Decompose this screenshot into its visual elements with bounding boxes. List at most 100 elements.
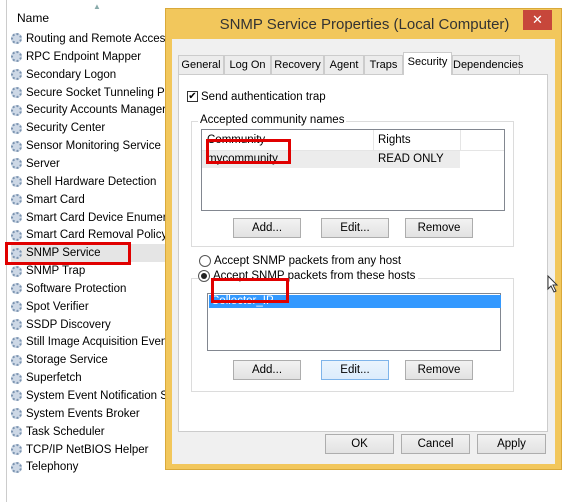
service-row[interactable]: Security Accounts Manager: [11, 101, 171, 119]
close-button[interactable]: ✕: [523, 10, 552, 30]
gear-icon: [11, 176, 22, 188]
gear-icon: [11, 194, 22, 206]
gear-icon: [11, 461, 22, 473]
service-row[interactable]: Secure Socket Tunneling Pr...: [11, 84, 171, 102]
gear-icon: [11, 140, 22, 152]
service-name: Routing and Remote Access: [26, 33, 171, 45]
gear-icon: [11, 87, 22, 99]
service-row[interactable]: Security Center: [11, 119, 171, 137]
column-header-name[interactable]: Name: [17, 11, 49, 25]
service-name: Storage Service: [26, 354, 108, 367]
service-name: Secondary Logon: [26, 68, 117, 81]
community-add-button[interactable]: Add...: [233, 218, 301, 238]
service-row[interactable]: Still Image Acquisition Events: [11, 333, 171, 351]
hosts-edit-button[interactable]: Edit...: [321, 360, 389, 380]
gear-icon: [11, 265, 22, 277]
service-name: SSDP Discovery: [26, 318, 111, 331]
radio-selected-icon: [198, 270, 210, 282]
service-name: Telephony: [26, 461, 79, 474]
apply-button[interactable]: Apply: [477, 434, 546, 454]
sort-ascending-icon: ▲: [93, 2, 101, 11]
community-remove-button[interactable]: Remove: [405, 218, 473, 238]
service-name: System Event Notification S...: [26, 390, 171, 402]
highlight-box-collector: [211, 278, 289, 303]
service-row[interactable]: RPC Endpoint Mapper: [11, 48, 171, 66]
service-row[interactable]: Smart Card: [11, 191, 171, 209]
checkmark-icon: ✔: [187, 91, 198, 103]
service-name: Secure Socket Tunneling Pr...: [26, 86, 171, 99]
service-name: System Events Broker: [26, 407, 140, 420]
close-icon: ✕: [532, 12, 543, 27]
gear-icon: [11, 336, 22, 348]
gear-icon: [11, 444, 22, 456]
community-edit-button[interactable]: Edit...: [321, 218, 389, 238]
service-row[interactable]: Sensor Monitoring Service: [11, 137, 171, 155]
tab-agent[interactable]: Agent: [324, 55, 364, 74]
tab-log-on[interactable]: Log On: [224, 55, 271, 74]
ok-button[interactable]: OK: [325, 434, 394, 454]
gear-icon: [11, 301, 22, 313]
service-row[interactable]: Superfetch: [11, 369, 171, 387]
gear-icon: [11, 426, 22, 438]
service-row[interactable]: Telephony: [11, 458, 171, 476]
gear-icon: [11, 319, 22, 331]
service-row[interactable]: Storage Service: [11, 351, 171, 369]
service-name: Superfetch: [26, 372, 82, 385]
tab-general[interactable]: General: [178, 55, 224, 74]
gear-icon: [11, 158, 22, 170]
service-name: Task Scheduler: [26, 425, 105, 438]
service-name: TCP/IP NetBIOS Helper: [26, 443, 149, 456]
service-name: SNMP Trap: [26, 265, 86, 278]
service-row[interactable]: SSDP Discovery: [11, 316, 171, 334]
service-name: Still Image Acquisition Events: [26, 336, 171, 349]
gear-icon: [11, 372, 22, 384]
service-row[interactable]: Routing and Remote Access: [11, 30, 171, 48]
service-row[interactable]: System Events Broker: [11, 405, 171, 423]
service-row[interactable]: Server: [11, 155, 171, 173]
radio-any-host[interactable]: Accept SNMP packets from any host: [199, 255, 401, 267]
service-name: Security Accounts Manager: [26, 104, 166, 117]
radio-any-host-label: Accept SNMP packets from any host: [214, 255, 402, 268]
service-row[interactable]: Secondary Logon: [11, 66, 171, 84]
tab-recovery[interactable]: Recovery: [271, 55, 324, 74]
gear-icon: [11, 354, 22, 366]
hosts-add-button[interactable]: Add...: [233, 360, 301, 380]
gear-icon: [11, 122, 22, 134]
service-row[interactable]: Smart Card Device Enumera...: [11, 209, 171, 227]
service-name: Smart Card: [26, 193, 85, 206]
community-rights: READ ONLY: [378, 153, 444, 165]
send-auth-trap-checkbox[interactable]: ✔ Send authentication trap: [187, 91, 326, 103]
service-row[interactable]: TCP/IP NetBIOS Helper: [11, 441, 171, 459]
service-row[interactable]: Task Scheduler: [11, 423, 171, 441]
service-row[interactable]: Shell Hardware Detection: [11, 173, 171, 191]
gear-icon: [11, 211, 22, 223]
cancel-button[interactable]: Cancel: [401, 434, 470, 454]
gear-icon: [11, 69, 22, 81]
community-group-label: Accepted community names: [198, 114, 347, 126]
service-row[interactable]: Software Protection: [11, 280, 171, 298]
service-name: Shell Hardware Detection: [26, 175, 157, 188]
tab-dependencies[interactable]: Dependencies: [452, 55, 523, 74]
mouse-cursor-icon: [547, 275, 559, 293]
service-name: Smart Card Removal Policy: [26, 229, 168, 242]
gear-icon: [11, 390, 22, 402]
service-name: Server: [26, 157, 60, 170]
tab-security[interactable]: Security: [403, 52, 452, 75]
gear-icon: [11, 104, 22, 116]
gear-icon: [11, 283, 22, 295]
service-row[interactable]: Spot Verifier: [11, 298, 171, 316]
tab-traps[interactable]: Traps: [364, 55, 403, 74]
column-rights[interactable]: Rights: [378, 134, 411, 146]
dialog-client: General Log On Recovery Agent Traps Security D…: [172, 39, 555, 464]
service-name: RPC Endpoint Mapper: [26, 50, 142, 63]
highlight-box-community: [206, 139, 291, 164]
hosts-remove-button[interactable]: Remove: [405, 360, 473, 380]
service-row[interactable]: System Event Notification S...: [11, 387, 171, 405]
gear-icon: [11, 408, 22, 420]
service-name: Spot Verifier: [26, 300, 89, 313]
dialog-title: SNMP Service Properties (Local Computer): [219, 16, 510, 33]
radio-icon: [199, 255, 211, 267]
highlight-box-snmp-service: [5, 242, 131, 265]
gear-icon: [11, 229, 22, 241]
send-auth-trap-label: Send authentication trap: [201, 91, 326, 103]
